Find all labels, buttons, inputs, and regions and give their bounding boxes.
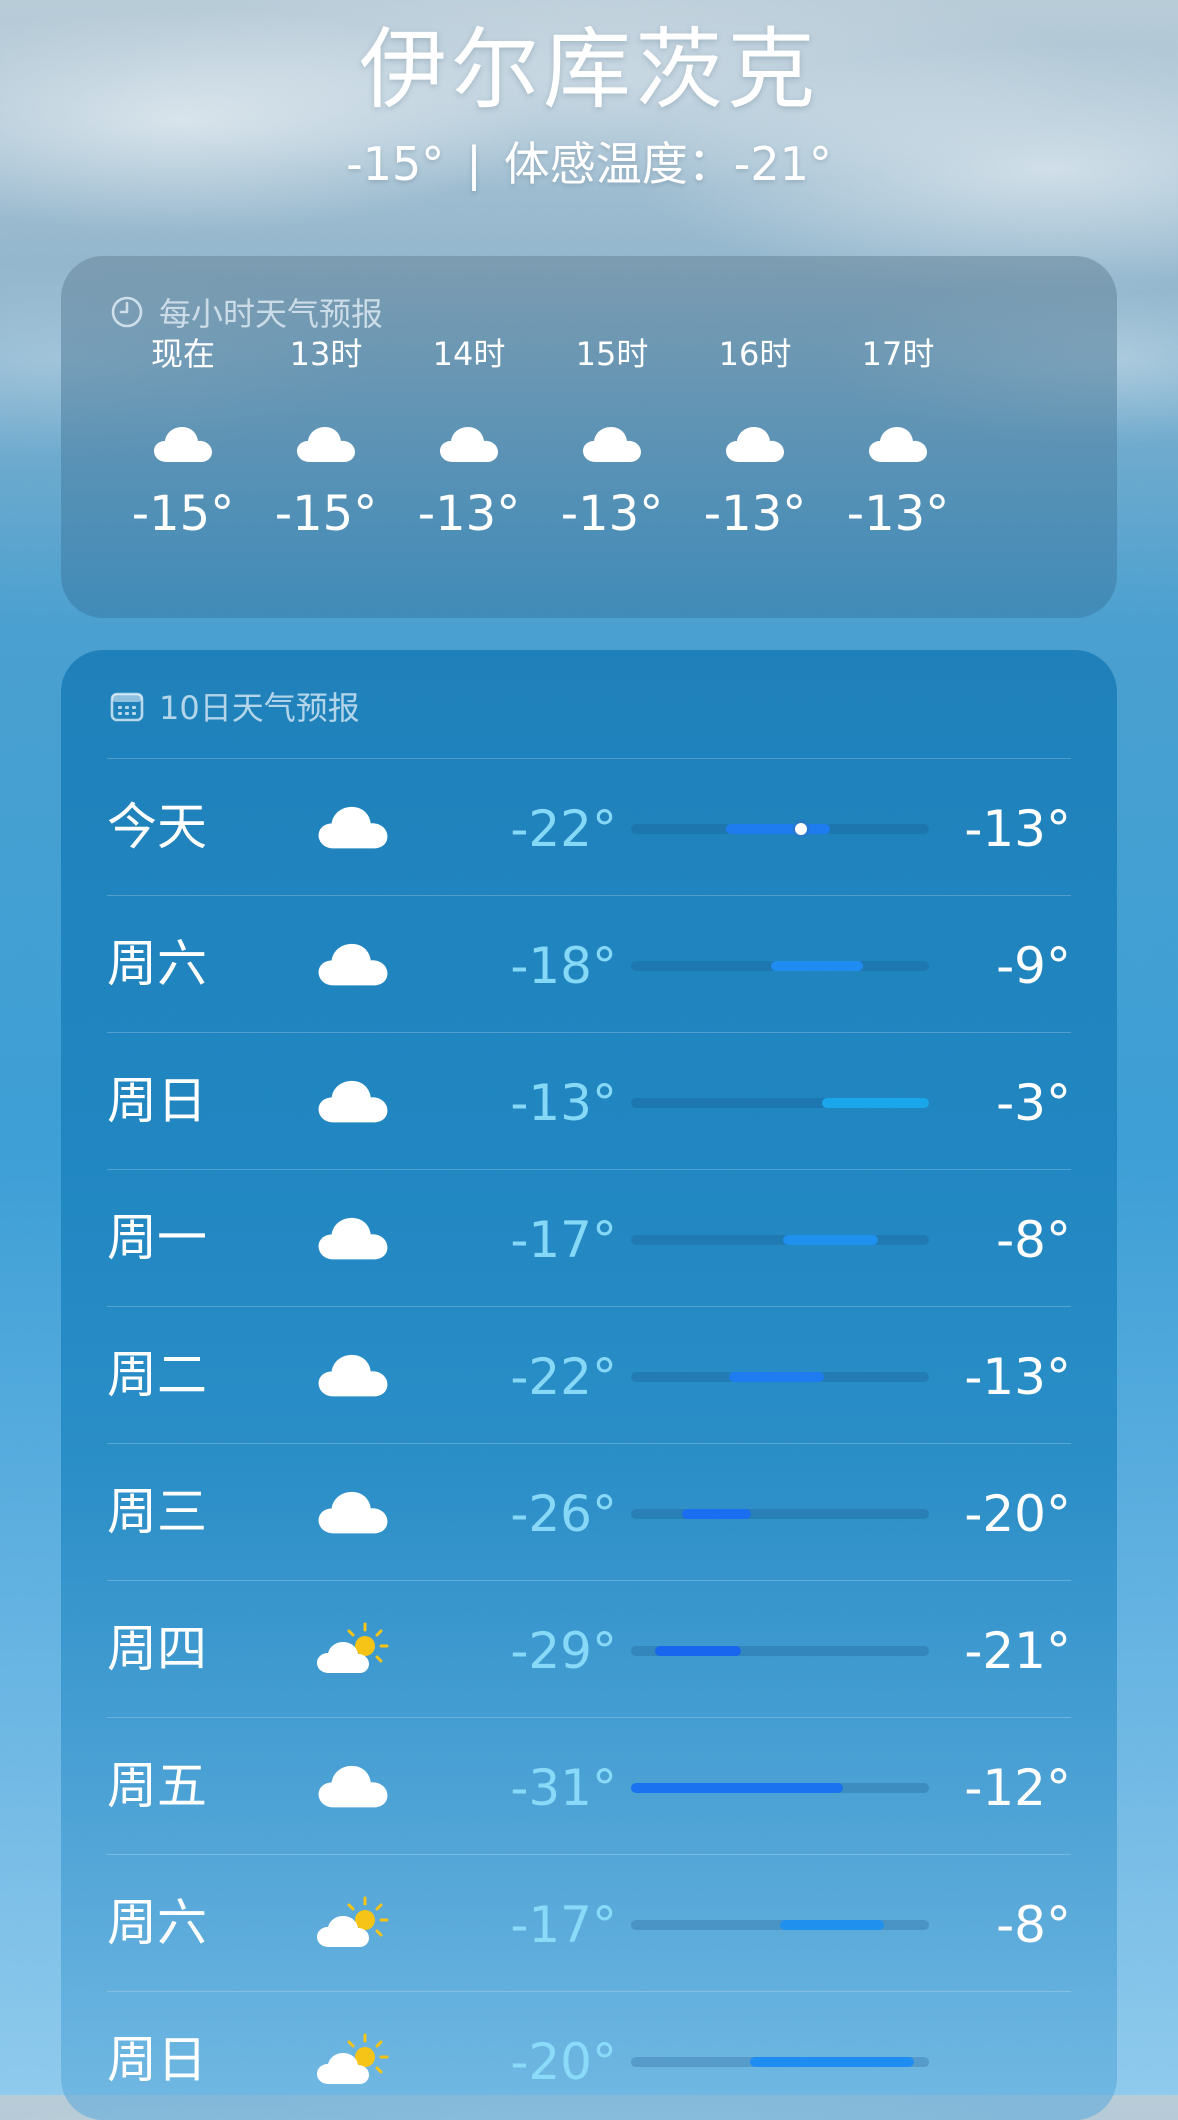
low-temperature: -26° <box>510 1485 617 1543</box>
temperature-range-fill <box>729 1372 824 1382</box>
temperature-range-fill <box>682 1509 751 1519</box>
temperature-range-fill <box>822 1098 929 1108</box>
cloud-icon <box>294 422 358 466</box>
low-temperature: -20° <box>510 2033 617 2091</box>
temperature-range-bar <box>631 961 929 971</box>
temperature-range-fill <box>631 1783 843 1793</box>
partly-sunny-icon <box>315 1621 391 1677</box>
high-temperature: -8° <box>996 1896 1071 1954</box>
daily-forecast-row[interactable]: 周四 -29° -21° <box>107 1580 1071 1717</box>
temperature-range-bar <box>631 1783 929 1793</box>
cloud-icon <box>315 1210 391 1266</box>
hourly-forecast-header: 每小时天气预报 <box>109 290 383 334</box>
temperature-range-fill <box>655 1646 741 1656</box>
low-temperature: -22° <box>510 800 617 858</box>
high-temperature: -21° <box>964 1622 1071 1680</box>
temperature-range-bar <box>631 823 929 835</box>
cloud-icon <box>315 936 391 992</box>
partly-sunny-icon <box>315 2032 391 2088</box>
daily-forecast-card[interactable]: 10日天气预报 今天 -22° -13° 周六 -18° -9° 周日 -13° -3° 周一 -1… <box>61 650 1117 2120</box>
low-temperature: -13° <box>510 1074 617 1132</box>
day-name: 周三 <box>107 1483 207 1541</box>
current-temperature: -15° <box>346 137 445 191</box>
day-name: 周四 <box>107 1620 207 1678</box>
current-conditions: -15° | 体感温度：-21° <box>0 134 1178 194</box>
day-name: 周日 <box>107 2031 207 2089</box>
daily-forecast-row[interactable]: 周一 -17° -8° <box>107 1169 1071 1306</box>
clock-icon <box>111 296 143 328</box>
daily-forecast-row[interactable]: 周五 -31° -12° <box>107 1717 1071 1854</box>
cloud-icon <box>315 799 391 855</box>
low-temperature: -18° <box>510 937 617 995</box>
high-temperature: -13° <box>964 1348 1071 1406</box>
cloud-icon <box>723 422 787 466</box>
temperature-range-bar <box>631 1646 929 1656</box>
high-temperature: -13° <box>964 800 1071 858</box>
low-temperature: -17° <box>510 1896 617 1954</box>
cloud-icon <box>315 1484 391 1540</box>
daily-forecast-header: 10日天气预报 <box>109 684 360 728</box>
daily-forecast-row[interactable]: 周日 -13° -3° <box>107 1032 1071 1169</box>
high-temperature: -12° <box>964 1759 1071 1817</box>
temperature-range-bar <box>631 1098 929 1108</box>
calendar-icon <box>110 692 144 722</box>
high-temperature: -20° <box>964 1485 1071 1543</box>
low-temperature: -29° <box>510 1622 617 1680</box>
separator: | <box>466 137 482 191</box>
hour-label: 17时 <box>861 335 935 373</box>
cloud-icon <box>151 422 215 466</box>
hourly-forecast-card[interactable]: 每小时天气预报 现在 -15° 13时 -15° 14时 -13° 15时 -13° 16时 -1… <box>61 256 1117 618</box>
day-name: 周二 <box>107 1346 207 1404</box>
cloud-icon <box>580 422 644 466</box>
low-temperature: -31° <box>510 1759 617 1817</box>
daily-forecast-row[interactable]: 今天 -22° -13° <box>107 758 1071 895</box>
high-temperature: -3° <box>996 1074 1071 1132</box>
temperature-range-fill <box>783 1235 878 1245</box>
cloud-icon <box>866 422 930 466</box>
day-name: 今天 <box>107 798 207 856</box>
daily-forecast-row[interactable]: 周六 -17° -8° <box>107 1854 1071 1991</box>
day-name: 周五 <box>107 1757 207 1815</box>
low-temperature: -22° <box>510 1348 617 1406</box>
cloud-icon <box>315 1347 391 1403</box>
temperature-range-bar <box>631 1235 929 1245</box>
hour-temperature: -13° <box>846 486 950 542</box>
day-name: 周日 <box>107 1072 207 1130</box>
temperature-range-fill <box>771 961 863 971</box>
current-temperature-marker <box>795 823 807 835</box>
temperature-range-fill <box>750 2057 914 2067</box>
cloud-icon <box>437 422 501 466</box>
temperature-range-fill <box>780 1920 884 1930</box>
cloud-icon <box>315 1758 391 1814</box>
temperature-range-fill <box>726 824 830 834</box>
temperature-range-bar <box>631 1920 929 1930</box>
hourly-item: 17时 -13° <box>803 335 993 604</box>
partly-sunny-icon <box>315 1895 391 1951</box>
hourly-scroll[interactable]: 现在 -15° 13时 -15° 14时 -13° 15时 -13° 16时 -13° 17时 -13… <box>61 335 1117 604</box>
temperature-range-bar <box>631 1509 929 1519</box>
daily-forecast-row[interactable]: 周日 -20° <box>107 1991 1071 2120</box>
daily-forecast-title: 10日天气预报 <box>159 689 360 727</box>
high-temperature: -8° <box>996 1211 1071 1269</box>
temperature-range-bar <box>631 2057 929 2067</box>
day-name: 周六 <box>107 1894 207 1952</box>
daily-forecast-row[interactable]: 周三 -26° -20° <box>107 1443 1071 1580</box>
high-temperature: -9° <box>996 937 1071 995</box>
city-name: 伊尔库茨克 <box>358 18 819 121</box>
day-name: 周六 <box>107 935 207 993</box>
temperature-range-bar <box>631 1372 929 1382</box>
hourly-forecast-title: 每小时天气预报 <box>159 295 384 333</box>
daily-forecast-row[interactable]: 周二 -22° -13° <box>107 1306 1071 1443</box>
feels-like: 体感温度：-21° <box>503 137 832 191</box>
day-name: 周一 <box>107 1209 207 1267</box>
daily-forecast-row[interactable]: 周六 -18° -9° <box>107 895 1071 1032</box>
cloud-icon <box>315 1073 391 1129</box>
low-temperature: -17° <box>510 1211 617 1269</box>
